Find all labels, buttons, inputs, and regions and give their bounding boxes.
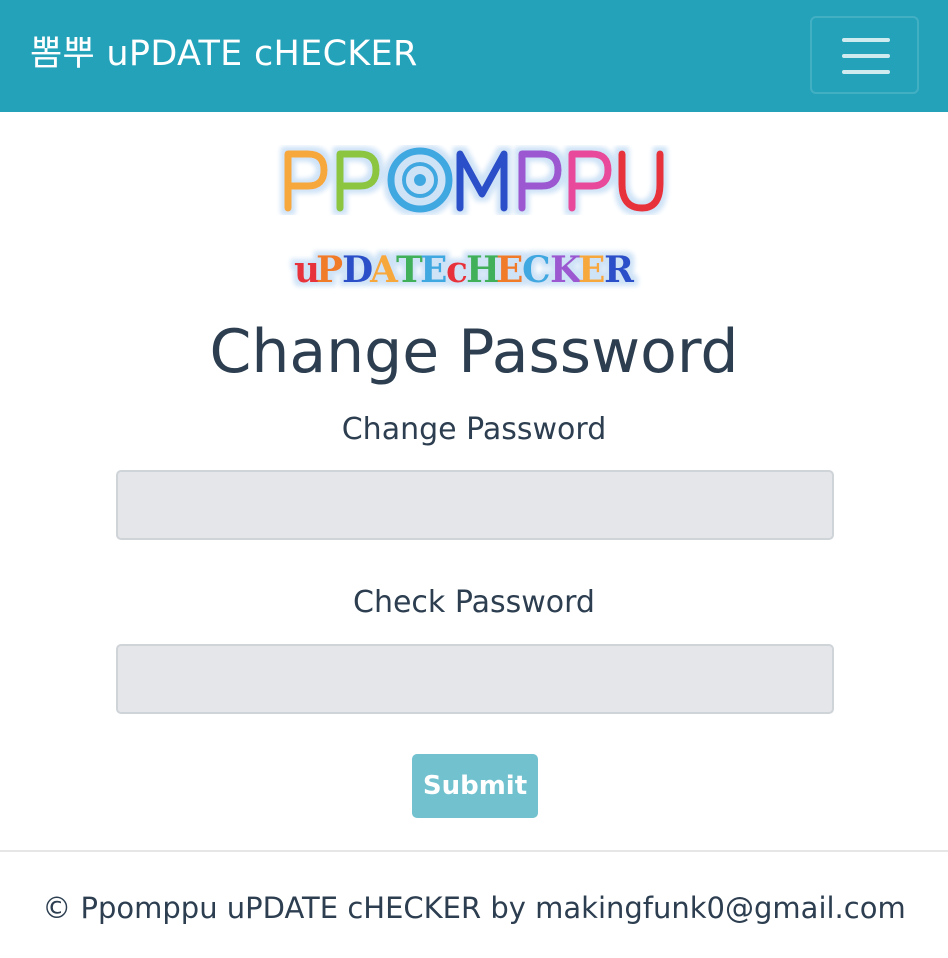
navbar-brand[interactable]: 뽐뿌 uPDATE cHECKER [30,30,418,78]
svg-text:E: E [496,249,523,291]
check-password-label: Check Password [353,585,595,620]
change-password-label: Change Password [341,412,607,447]
navbar-toggle-button[interactable] [810,16,919,94]
svg-text:A: A [369,249,399,291]
change-password-input[interactable] [116,470,834,540]
svg-text:H: H [466,249,500,291]
svg-text:T: T [396,249,423,291]
check-password-input[interactable] [116,644,834,714]
footer-copyright: © Ppomppu uPDATE cHECKER by makingfunk0@… [42,891,906,925]
navbar: 뽐뿌 uPDATE cHECKER [0,0,948,112]
page-title: Change Password [209,317,739,387]
hamburger-menu-icon-bar [842,70,890,74]
footer-divider [0,850,948,852]
svg-text:E: E [420,249,447,291]
hamburger-menu-icon [842,38,890,42]
svg-text:C: C [522,249,551,291]
hamburger-menu-icon-bar [842,54,890,58]
svg-text:D: D [342,249,373,291]
svg-text:R: R [604,249,635,291]
svg-text:c: c [446,249,468,291]
svg-text:E: E [578,249,605,291]
submit-button[interactable]: Submit [412,754,538,818]
svg-text:P: P [316,249,343,291]
ppomppu-logo: u P D A T E c H E C K E R [272,138,676,298]
